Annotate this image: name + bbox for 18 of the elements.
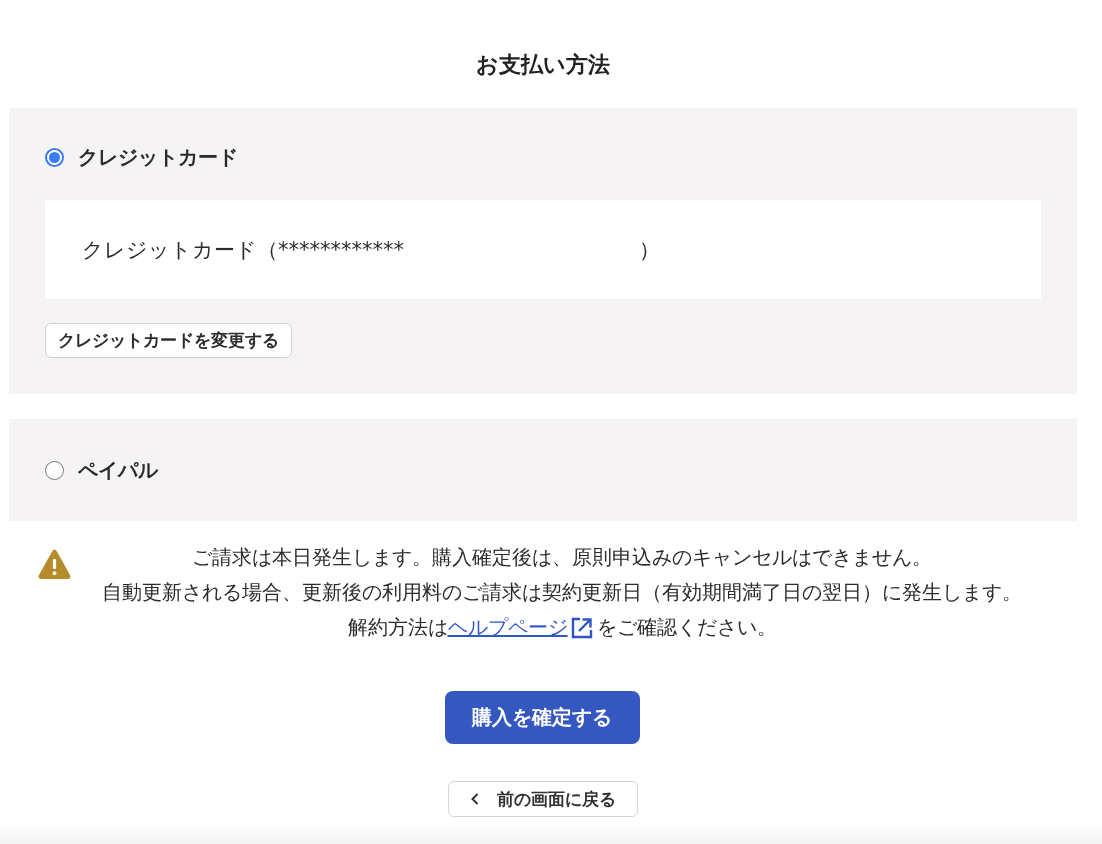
option-label: クレジットカード	[78, 143, 238, 171]
notice-text: をご確認ください。	[596, 614, 777, 641]
chevron-left-icon	[470, 793, 479, 805]
external-link-icon[interactable]	[570, 616, 593, 639]
radio-button[interactable]	[45, 460, 64, 480]
notice-text: ご請求は本日発生します。購入確定後は、原則申込みのキャンセルはできません。	[192, 544, 932, 571]
card-number-text: クレジットカード（************	[82, 236, 404, 264]
notice-text: 自動更新される場合、更新後の利用料のご請求は契約更新日（有効期間満了日の翌日）に発生します。	[102, 579, 1022, 606]
warning-icon	[38, 549, 71, 579]
help-page-link[interactable]: ヘルプページ	[447, 614, 568, 641]
confirm-purchase-button[interactable]: 購入を確定する	[444, 691, 640, 744]
page-title: お支払い方法	[475, 51, 611, 79]
notice-text: 解約方法は	[347, 614, 448, 641]
radio-button[interactable]	[45, 147, 64, 167]
change-card-button[interactable]: クレジットカードを変更する	[45, 323, 292, 358]
option-label: ペイパル	[78, 456, 158, 484]
back-button[interactable]: 前の画面に戻る	[448, 781, 638, 817]
card-bracket-text: ）	[639, 236, 660, 264]
